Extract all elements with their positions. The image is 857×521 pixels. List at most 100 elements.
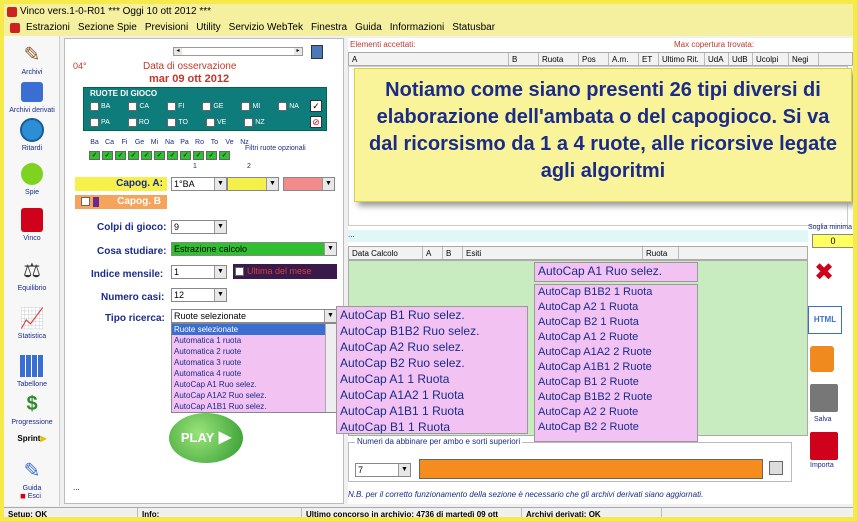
- save-icon[interactable]: [810, 384, 838, 412]
- checkbox[interactable]: [244, 118, 254, 127]
- html-doc-icon[interactable]: [810, 346, 834, 372]
- tipo-option[interactable]: Automatica 4 ruote: [172, 368, 326, 379]
- column-header[interactable]: ET: [639, 53, 659, 65]
- calculator-icon[interactable]: [311, 45, 323, 59]
- ruota-check-ge[interactable]: GE: [202, 102, 223, 111]
- column-header[interactable]: A.m.: [609, 53, 639, 65]
- sidebar-item-guida[interactable]: ✎ Guida: [4, 456, 60, 493]
- menu-estrazioni[interactable]: Estrazioni: [22, 20, 74, 36]
- tipo-option[interactable]: Automatica 3 ruote: [172, 357, 326, 368]
- cosa-select[interactable]: Estrazione calcolo ▼: [171, 242, 337, 256]
- tipo-select[interactable]: Ruote selezionate ▼: [171, 309, 337, 323]
- tipo-option[interactable]: Automatica 1 ruota: [172, 335, 326, 346]
- wheel-check-ca[interactable]: ✓: [102, 151, 113, 160]
- ruota-check-pa[interactable]: PA: [90, 118, 110, 127]
- ruota-check-ba[interactable]: BA: [90, 102, 110, 111]
- collapse-icon[interactable]: ✖: [810, 258, 838, 286]
- menu-utility[interactable]: Utility: [192, 20, 224, 36]
- sidebar-item-tabellone[interactable]: Tabellone: [4, 352, 60, 388]
- checkbox[interactable]: [167, 102, 177, 111]
- column-header[interactable]: Ultimo Rit.: [659, 53, 705, 65]
- ultima-mese-check[interactable]: Ultima del mese: [233, 264, 337, 279]
- sidebar-item-archivi[interactable]: ✎ Archivi: [4, 40, 60, 77]
- checkbox[interactable]: [90, 102, 99, 111]
- camera-icon[interactable]: [769, 461, 783, 475]
- tipo-option[interactable]: AutoCap A1 Ruo selez.: [172, 379, 326, 390]
- column-header[interactable]: Ruota: [643, 247, 679, 259]
- popup-option[interactable]: AutoCap A2 2 Ruote: [535, 405, 697, 420]
- popup-option[interactable]: AutoCap B2 2 Ruote: [535, 420, 697, 435]
- popup-option[interactable]: AutoCap A1A2 2 Ruote: [535, 345, 697, 360]
- popup-option[interactable]: AutoCap B1B2 2 Ruote: [535, 390, 697, 405]
- wheel-check-ge[interactable]: ✓: [128, 151, 139, 160]
- colpi-select[interactable]: 9 ▼: [171, 220, 227, 234]
- popup-option[interactable]: AutoCap B1B2 Ruo selez.: [337, 323, 527, 339]
- menu-guida[interactable]: Guida: [351, 20, 386, 36]
- tipo-option[interactable]: AutoCap A1A2 Ruo selez.: [172, 390, 326, 401]
- export-html-icon[interactable]: HTML: [808, 306, 842, 334]
- tipo-option[interactable]: Automatica 2 ruote: [172, 346, 326, 357]
- menu-app-icon[interactable]: [10, 23, 20, 33]
- popup-option[interactable]: AutoCap A1 1 Ruota: [337, 371, 527, 387]
- popup-option[interactable]: AutoCap B2 Ruo selez.: [337, 355, 527, 371]
- checkbox[interactable]: [205, 118, 215, 127]
- menu-statusbar[interactable]: Statusbar: [448, 20, 499, 36]
- capog-a-select[interactable]: 1°BA ▼: [171, 177, 227, 191]
- play-button[interactable]: PLAY ▶: [169, 413, 243, 463]
- wheel-check-mi[interactable]: ✓: [141, 151, 152, 160]
- sidebar-item-esci[interactable]: ◼ Esci: [4, 492, 60, 500]
- ruota-check-mi[interactable]: MI: [241, 102, 260, 111]
- ruota-check-to[interactable]: TO: [167, 118, 188, 127]
- wheel-check-ro[interactable]: ✓: [180, 151, 191, 160]
- sidebar-item-progressione[interactable]: $ Progressione: [4, 390, 60, 427]
- ruota-check-ro[interactable]: RO: [127, 118, 149, 127]
- numcasi-select[interactable]: 12 ▼: [171, 288, 227, 302]
- ruota-check-na[interactable]: NA: [278, 102, 299, 111]
- sidebar-item-equilibrio[interactable]: ⚖ Equilibrio: [4, 256, 60, 293]
- popup-option[interactable]: AutoCap B1 2 Ruote: [535, 375, 697, 390]
- popup-option[interactable]: AutoCap A1 2 Ruote: [535, 330, 697, 345]
- wheel-check-ve[interactable]: ✓: [206, 151, 217, 160]
- ruota-check-ca[interactable]: CA: [128, 102, 149, 111]
- column-header[interactable]: Esiti: [463, 247, 643, 259]
- checkbox[interactable]: [90, 118, 99, 127]
- popup-option[interactable]: AutoCap B1 1 Ruota: [337, 419, 527, 435]
- checkbox[interactable]: [127, 118, 137, 127]
- checkbox[interactable]: [202, 102, 212, 111]
- popup-option[interactable]: AutoCap A2 1 Ruota: [535, 300, 697, 315]
- menu-sezione-spie[interactable]: Sezione Spie: [74, 20, 141, 36]
- indice-select[interactable]: 1 ▼: [171, 265, 227, 279]
- sidebar-item-vinco[interactable]: Vinco: [4, 206, 60, 242]
- checkbox[interactable]: [128, 102, 138, 111]
- sidebar-item-statistica[interactable]: 📈 Statistica: [4, 304, 60, 341]
- sidebar-item-archivi-derivati[interactable]: Archivi derivati: [4, 78, 60, 114]
- column-header[interactable]: Ruota: [539, 53, 579, 65]
- checkbox[interactable]: [278, 102, 288, 111]
- capog-a2-select[interactable]: ▼: [227, 177, 279, 191]
- date-scrollbar[interactable]: ◂ ▸: [173, 47, 303, 56]
- popup-option[interactable]: AutoCap A1B1 2 Ruote: [535, 360, 697, 375]
- wheel-check-nz[interactable]: ✓: [219, 151, 230, 160]
- wheel-check-ba[interactable]: ✓: [89, 151, 100, 160]
- popup-option[interactable]: AutoCap B1 Ruo selez.: [337, 307, 527, 323]
- menu-finestra[interactable]: Finestra: [307, 20, 351, 36]
- ruota-check-fi[interactable]: FI: [167, 102, 184, 111]
- column-header[interactable]: B: [509, 53, 539, 65]
- column-header[interactable]: Data Calcolo: [349, 247, 423, 259]
- column-header[interactable]: Negi: [789, 53, 819, 65]
- tipo-option[interactable]: AutoCap A1B1 Ruo selez.: [172, 401, 326, 412]
- checkbox[interactable]: [241, 102, 251, 111]
- column-header[interactable]: UdB: [729, 53, 753, 65]
- wheel-check-to[interactable]: ✓: [193, 151, 204, 160]
- dropdown-scrollbar[interactable]: [325, 324, 336, 412]
- checkbox[interactable]: [167, 118, 177, 127]
- column-header[interactable]: UdA: [705, 53, 729, 65]
- capog-a3-select[interactable]: ▼: [283, 177, 335, 191]
- wheel-check-fi[interactable]: ✓: [115, 151, 126, 160]
- popup-option[interactable]: AutoCap B2 1 Ruota: [535, 315, 697, 330]
- column-header[interactable]: Pos: [579, 53, 609, 65]
- import-icon[interactable]: [810, 432, 838, 460]
- menu-servizio-webtek[interactable]: Servizio WebTek: [225, 20, 307, 36]
- wheel-check-pa[interactable]: ✓: [167, 151, 178, 160]
- popup-option[interactable]: AutoCap A1A2 1 Ruota: [337, 387, 527, 403]
